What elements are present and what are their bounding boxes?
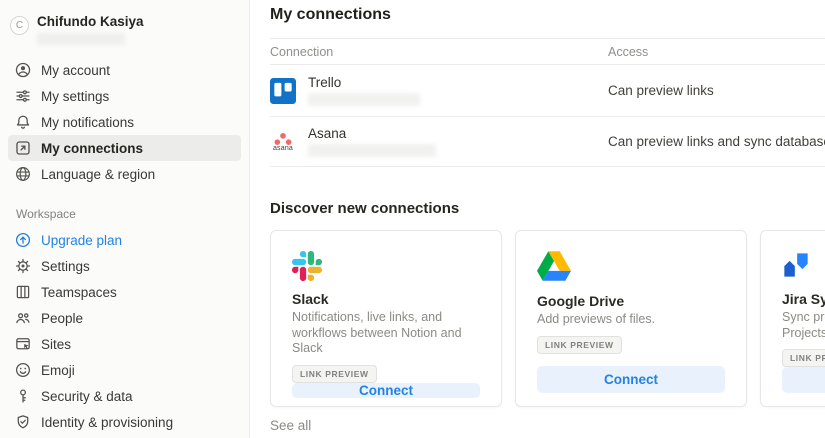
sidebar-item-upgrade-plan[interactable]: Upgrade plan (8, 227, 241, 253)
sidebar-item-label: People (41, 311, 83, 326)
slack-logo (292, 251, 480, 281)
workspace-nav: Upgrade plan Settings Teamspaces (0, 227, 249, 438)
sidebar-item-people[interactable]: People (8, 305, 241, 331)
card-description: Add previews of files. (537, 312, 725, 328)
table-row-trello[interactable]: Trello Can preview links (270, 65, 825, 117)
column-header-connection: Connection (270, 45, 608, 59)
smiley-icon (14, 361, 32, 379)
person-circle-icon (14, 61, 32, 79)
connect-button[interactable]: Connect (537, 366, 725, 393)
arrow-up-circle-icon (14, 231, 32, 249)
see-all-link[interactable]: See all (270, 418, 825, 433)
key-icon (14, 387, 32, 405)
arrow-up-right-box-icon (14, 139, 32, 157)
connection-name: Asana (308, 126, 436, 141)
user-account-header[interactable]: C Chifundo Kasiya (0, 12, 249, 45)
sidebar-item-label: Sites (41, 337, 71, 352)
trello-logo (270, 78, 296, 104)
column-header-access: Access (608, 45, 648, 59)
shield-check-icon (14, 413, 32, 431)
sidebar-item-label: Identity & provisioning (41, 415, 173, 430)
sidebar-item-security-data[interactable]: Security & data (8, 383, 241, 409)
sidebar-item-label: Settings (41, 259, 90, 274)
jira-logo (782, 251, 825, 281)
connection-name: Trello (308, 75, 420, 90)
link-preview-badge: LINK PREVIEW (537, 336, 622, 354)
my-connections-panel: My connections Connection Access Trello … (250, 0, 825, 438)
link-preview-badge: LINK PREVIEW (782, 349, 825, 367)
card-google-drive: Google Drive Add previews of files. LINK… (515, 230, 747, 407)
sidebar-item-my-connections[interactable]: My connections (8, 135, 241, 161)
connect-button[interactable]: Connect (782, 367, 825, 393)
sidebar-item-language-region[interactable]: Language & region (8, 161, 241, 187)
sidebar-item-my-notifications[interactable]: My notifications (8, 109, 241, 135)
asana-logo: asana (270, 129, 296, 155)
sidebar-item-teamspaces[interactable]: Teamspaces (8, 279, 241, 305)
account-nav: My account My settings My notifications (0, 57, 249, 187)
sidebar-item-label: My settings (41, 89, 109, 104)
connection-access: Can preview links (608, 83, 714, 98)
sliders-icon (14, 87, 32, 105)
settings-sidebar: C Chifundo Kasiya My account (0, 0, 250, 438)
discover-section-title: Discover new connections (270, 200, 825, 217)
people-icon (14, 309, 32, 327)
page-title: My connections (270, 6, 825, 39)
sidebar-item-identity-provisioning[interactable]: Identity & provisioning (8, 409, 241, 435)
card-title: Google Drive (537, 293, 725, 309)
avatar: C (10, 16, 29, 35)
sidebar-item-label: Teamspaces (41, 285, 117, 300)
browser-cursor-icon (14, 335, 32, 353)
card-description: Notifications, live links, and workflows… (292, 310, 480, 357)
google-drive-logo (537, 251, 725, 283)
discover-cards-row: Slack Notifications, live links, and wor… (270, 230, 825, 407)
sidebar-item-label: Upgrade plan (41, 233, 122, 248)
sidebar-item-sites[interactable]: Sites (8, 331, 241, 357)
card-jira-sync: Jira Sync Sync projects from Jira to Not… (760, 230, 825, 407)
connections-table-header: Connection Access (270, 39, 825, 65)
bell-icon (14, 113, 32, 131)
card-title: Slack (292, 291, 480, 307)
connect-button[interactable]: Connect (292, 383, 480, 398)
gear-icon (14, 257, 32, 275)
redacted-email (37, 33, 125, 45)
card-description: Sync projects from Jira to Notion Projec… (782, 310, 825, 341)
sidebar-item-my-settings[interactable]: My settings (8, 83, 241, 109)
sidebar-item-label: My account (41, 63, 110, 78)
redacted-account-info (308, 144, 436, 157)
redacted-account-info (308, 93, 420, 106)
workspace-section-label: Workspace (16, 207, 249, 221)
sidebar-item-label: My notifications (41, 115, 134, 130)
card-title: Jira Sync (782, 291, 825, 307)
globe-icon (14, 165, 32, 183)
building-icon (14, 283, 32, 301)
sidebar-item-label: Security & data (41, 389, 133, 404)
connection-access: Can preview links and sync databases (608, 134, 825, 149)
table-row-asana[interactable]: asana Asana Can preview links and sync d… (270, 117, 825, 167)
notion-settings-window: C Chifundo Kasiya My account (0, 0, 825, 438)
sidebar-item-emoji[interactable]: Emoji (8, 357, 241, 383)
asana-wordmark: asana (273, 146, 293, 152)
sidebar-item-label: Emoji (41, 363, 75, 378)
link-preview-badge: LINK PREVIEW (292, 365, 377, 383)
user-name: Chifundo Kasiya (37, 14, 144, 30)
sidebar-item-label: Language & region (41, 167, 155, 182)
sidebar-item-settings[interactable]: Settings (8, 253, 241, 279)
card-slack: Slack Notifications, live links, and wor… (270, 230, 502, 407)
sidebar-item-label: My connections (41, 141, 143, 156)
sidebar-item-my-account[interactable]: My account (8, 57, 241, 83)
